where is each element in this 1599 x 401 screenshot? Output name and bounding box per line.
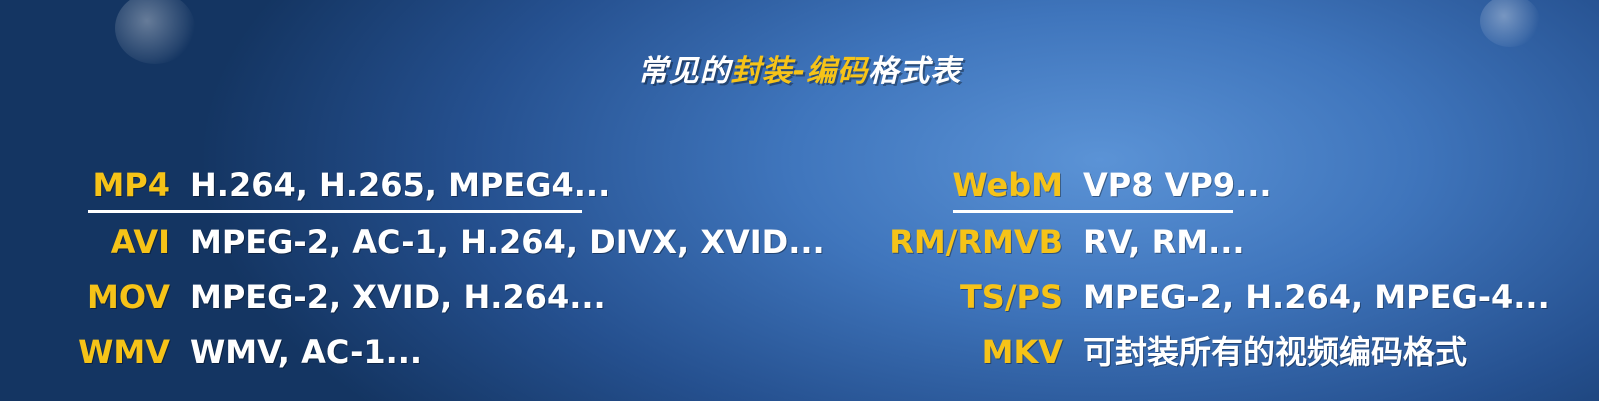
title-highlight-codec: 编码 — [806, 54, 869, 89]
format-row-avi: AVI MPEG-2, AC-1, H.264, DIVX, XVID... — [0, 219, 825, 265]
format-row-mkv: MKV 可封装所有的视频编码格式 — [820, 329, 1599, 375]
container-label: RM/RMVB — [889, 223, 1063, 261]
codec-list: H.264, H.265, MPEG4... — [190, 166, 611, 204]
codec-list: VP8 VP9... — [1083, 166, 1272, 204]
codec-list: WMV, AC-1... — [190, 333, 423, 371]
codec-list: MPEG-2, XVID, H.264... — [190, 278, 606, 316]
title-suffix: 格式表 — [868, 54, 962, 89]
codec-list: MPEG-2, AC-1, H.264, DIVX, XVID... — [190, 223, 825, 261]
codec-list: 可封装所有的视频编码格式 — [1083, 333, 1468, 371]
codec-list: MPEG-2, H.264, MPEG-4... — [1083, 278, 1550, 316]
format-row-mov: MOV MPEG-2, XVID, H.264... — [0, 274, 820, 320]
container-label: AVI — [110, 223, 170, 261]
highlight-underline-left — [88, 210, 582, 213]
container-label: TS/PS — [959, 278, 1063, 316]
decorative-bubble-right — [1480, 0, 1540, 47]
title-dash: - — [792, 54, 807, 89]
format-row-webm: WebM VP8 VP9... — [820, 162, 1599, 208]
format-row-mp4: MP4 H.264, H.265, MPEG4... — [0, 162, 820, 208]
format-row-ts-ps: TS/PS MPEG-2, H.264, MPEG-4... — [820, 274, 1599, 320]
page-title: 常见的封装-编码格式表 — [0, 46, 1599, 90]
format-row-wmv: WMV WMV, AC-1... — [0, 329, 820, 375]
container-label: WebM — [952, 166, 1063, 204]
title-highlight-container: 封装 — [730, 54, 793, 89]
title-prefix: 常见的 — [637, 54, 731, 89]
highlight-underline-right — [953, 210, 1233, 213]
codec-list: RV, RM... — [1083, 223, 1245, 261]
container-label: MKV — [981, 333, 1063, 371]
format-row-rm-rmvb: RM/RMVB RV, RM... — [820, 219, 1599, 265]
container-label: MP4 — [92, 166, 170, 204]
container-label: MOV — [87, 278, 170, 316]
container-label: WMV — [78, 333, 170, 371]
